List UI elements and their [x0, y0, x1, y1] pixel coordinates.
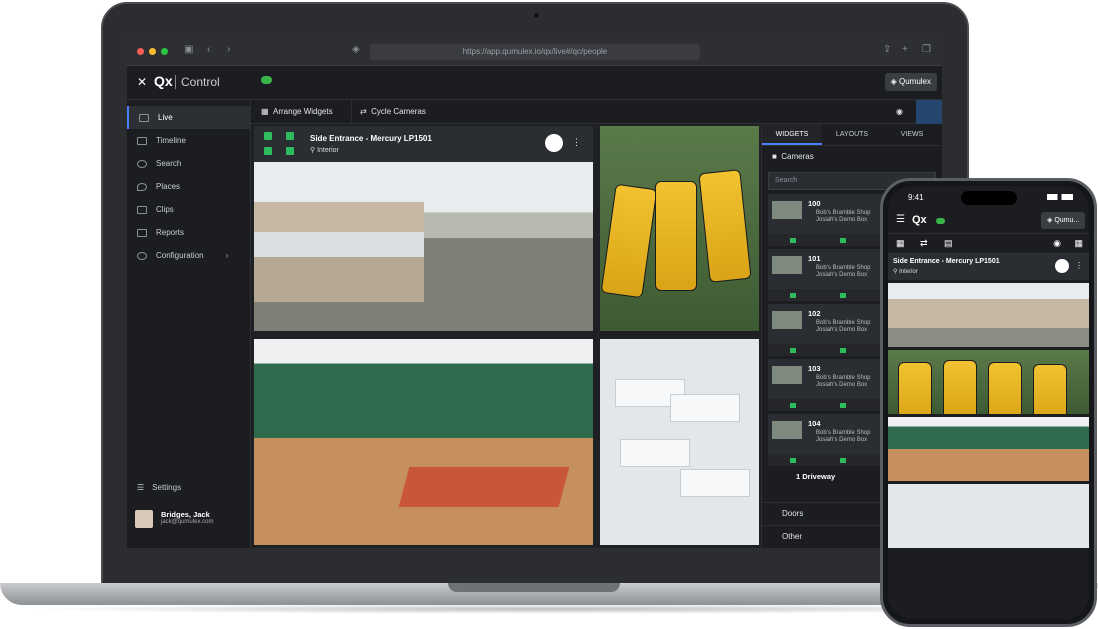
user-email: jack@qumulex.com: [161, 519, 214, 525]
phone-video-tile[interactable]: [888, 350, 1089, 414]
phone-screen: 9:41 ☰ Qx ◈ Qumu... ▦ ⇄ ▤ ◉ ▦ Side Entra…: [888, 186, 1089, 619]
app-logo: Qx: [154, 73, 173, 89]
video-tile-buses[interactable]: [600, 126, 759, 331]
panel-tabs: WIDGETS LAYOUTS VIEWS: [762, 124, 942, 146]
tab-layouts[interactable]: LAYOUTS: [822, 124, 882, 145]
avatar: [135, 510, 153, 528]
back-icon[interactable]: ‹: [207, 44, 210, 55]
forward-icon[interactable]: ›: [227, 44, 230, 55]
video-title: Side Entrance - Mercury LP1501: [893, 258, 1000, 265]
sidebar-toggle-icon[interactable]: ▣: [184, 44, 193, 55]
grid-icon: [139, 113, 149, 122]
close-window-button[interactable]: [137, 48, 144, 55]
sidebar-item-timeline[interactable]: Timeline: [127, 129, 250, 152]
sidebar-item-places[interactable]: Places: [127, 175, 250, 198]
sliders-icon: ☰: [137, 483, 145, 492]
phone-app-header: ☰ Qx ◈ Qumu...: [888, 208, 1089, 234]
cycle-icon[interactable]: ⇄: [920, 238, 928, 249]
phone-status-bar: 9:41: [888, 186, 1089, 208]
camera-feed-image: [254, 162, 593, 331]
sidebar-item-reports[interactable]: Reports: [127, 221, 250, 244]
sidebar-item-clips[interactable]: Clips: [127, 198, 250, 221]
lock-icon[interactable]: [545, 134, 563, 152]
user-name: Bridges, Jack: [161, 510, 210, 519]
account-button[interactable]: ◈ Qumulex: [884, 73, 937, 91]
more-options-icon[interactable]: ⋮: [1075, 261, 1083, 270]
phone-time: 9:41: [908, 193, 924, 202]
phone-video-tile[interactable]: [888, 484, 1089, 548]
sidebar-item-live[interactable]: Live: [127, 106, 250, 129]
sidebar-item-search[interactable]: Search: [127, 152, 250, 175]
account-button[interactable]: ◈ Qumu...: [1041, 212, 1085, 229]
timeline-icon: [137, 136, 147, 145]
cloud-status-icon: [936, 218, 945, 224]
phone-video-tile[interactable]: [888, 417, 1089, 481]
lock-icon[interactable]: [1055, 259, 1069, 273]
signal-icon: [1047, 194, 1073, 200]
chevron-right-icon: ›: [225, 251, 229, 260]
camera-thumbnail: [772, 421, 802, 439]
new-tab-icon[interactable]: +: [902, 44, 908, 55]
eye-icon[interactable]: ◉: [896, 100, 903, 124]
video-tile-gym[interactable]: [254, 339, 593, 545]
camera-thumbnail: [772, 201, 802, 219]
phone-video-header: Side Entrance - Mercury LP1501 ⚲ Interio…: [888, 254, 1089, 280]
grid-view-icon[interactable]: ▦: [1074, 238, 1083, 249]
settings-link[interactable]: ☰ Settings: [137, 483, 181, 492]
maximize-window-button[interactable]: [161, 48, 168, 55]
gear-icon: [137, 251, 147, 260]
tabs-icon[interactable]: ❐: [922, 44, 931, 55]
shield-icon: ◈: [352, 44, 360, 55]
app-name: Control: [175, 75, 220, 89]
share-icon[interactable]: ⇪: [883, 44, 891, 55]
phone-video-tile[interactable]: [888, 283, 1089, 347]
video-tile-side-entrance[interactable]: Side Entrance - Mercury LP1501 ⚲ Interio…: [254, 126, 593, 331]
tab-views[interactable]: VIEWS: [882, 124, 942, 145]
video-tile-header: Side Entrance - Mercury LP1501 ⚲ Interio…: [254, 126, 593, 162]
menu-icon[interactable]: ☰: [896, 214, 905, 225]
bar-chart-icon: [137, 228, 147, 237]
video-tile-cafeteria[interactable]: [600, 339, 759, 545]
sidebar: Live Timeline Search Places Clips Report…: [127, 100, 251, 548]
sidebar-item-configuration[interactable]: Configuration ›: [127, 244, 250, 267]
laptop-notch: [448, 583, 620, 592]
video-subtitle: ⚲ Interior: [893, 269, 918, 275]
arrange-widgets-button[interactable]: ▦ Arrange Widgets: [261, 100, 333, 124]
arrange-widgets-icon[interactable]: ▦: [896, 238, 905, 249]
dynamic-island: [961, 191, 1017, 205]
camera-icon: [533, 12, 540, 19]
browser-chrome: ▣ ‹ › ◈ https://app.qumulex.io/qx/live#/…: [127, 38, 942, 66]
phone-toolbar: ▦ ⇄ ▤ ◉ ▦: [888, 234, 1089, 254]
grid-view-button[interactable]: [916, 100, 942, 124]
layout-icon[interactable]: ▤: [944, 238, 953, 249]
eye-icon[interactable]: ◉: [1053, 238, 1061, 249]
tab-widgets[interactable]: WIDGETS: [762, 124, 822, 145]
app-logo: Qx: [912, 214, 927, 226]
camera-thumbnail: [772, 366, 802, 384]
address-bar[interactable]: https://app.qumulex.io/qx/live#/qc/peopl…: [370, 44, 700, 60]
search-icon: [137, 159, 147, 168]
clip-icon: [137, 205, 147, 214]
video-subtitle: ⚲ Interior: [310, 147, 339, 154]
location-pin-icon: [137, 182, 147, 191]
camera-thumbnail: [772, 311, 802, 329]
cameras-section-header[interactable]: ■ Cameras: [762, 146, 942, 168]
cycle-cameras-button[interactable]: ⇄ Cycle Cameras: [351, 100, 426, 124]
minimize-window-button[interactable]: [149, 48, 156, 55]
user-profile[interactable]: Bridges, Jack jack@qumulex.com: [135, 510, 213, 528]
phone-frame: 9:41 ☰ Qx ◈ Qumu... ▦ ⇄ ▤ ◉ ▦ Side Entra…: [880, 178, 1097, 627]
more-options-icon[interactable]: ⋮: [572, 137, 581, 148]
close-icon[interactable]: ✕: [137, 75, 147, 89]
app-header: ✕ Qx Control ◈ Qumulex: [127, 66, 942, 100]
cloud-status-icon: [261, 76, 272, 84]
video-title: Side Entrance - Mercury LP1501: [310, 134, 432, 143]
camera-thumbnail: [772, 256, 802, 274]
toolbar: ▦ Arrange Widgets ⇄ Cycle Cameras ◉: [251, 100, 942, 124]
